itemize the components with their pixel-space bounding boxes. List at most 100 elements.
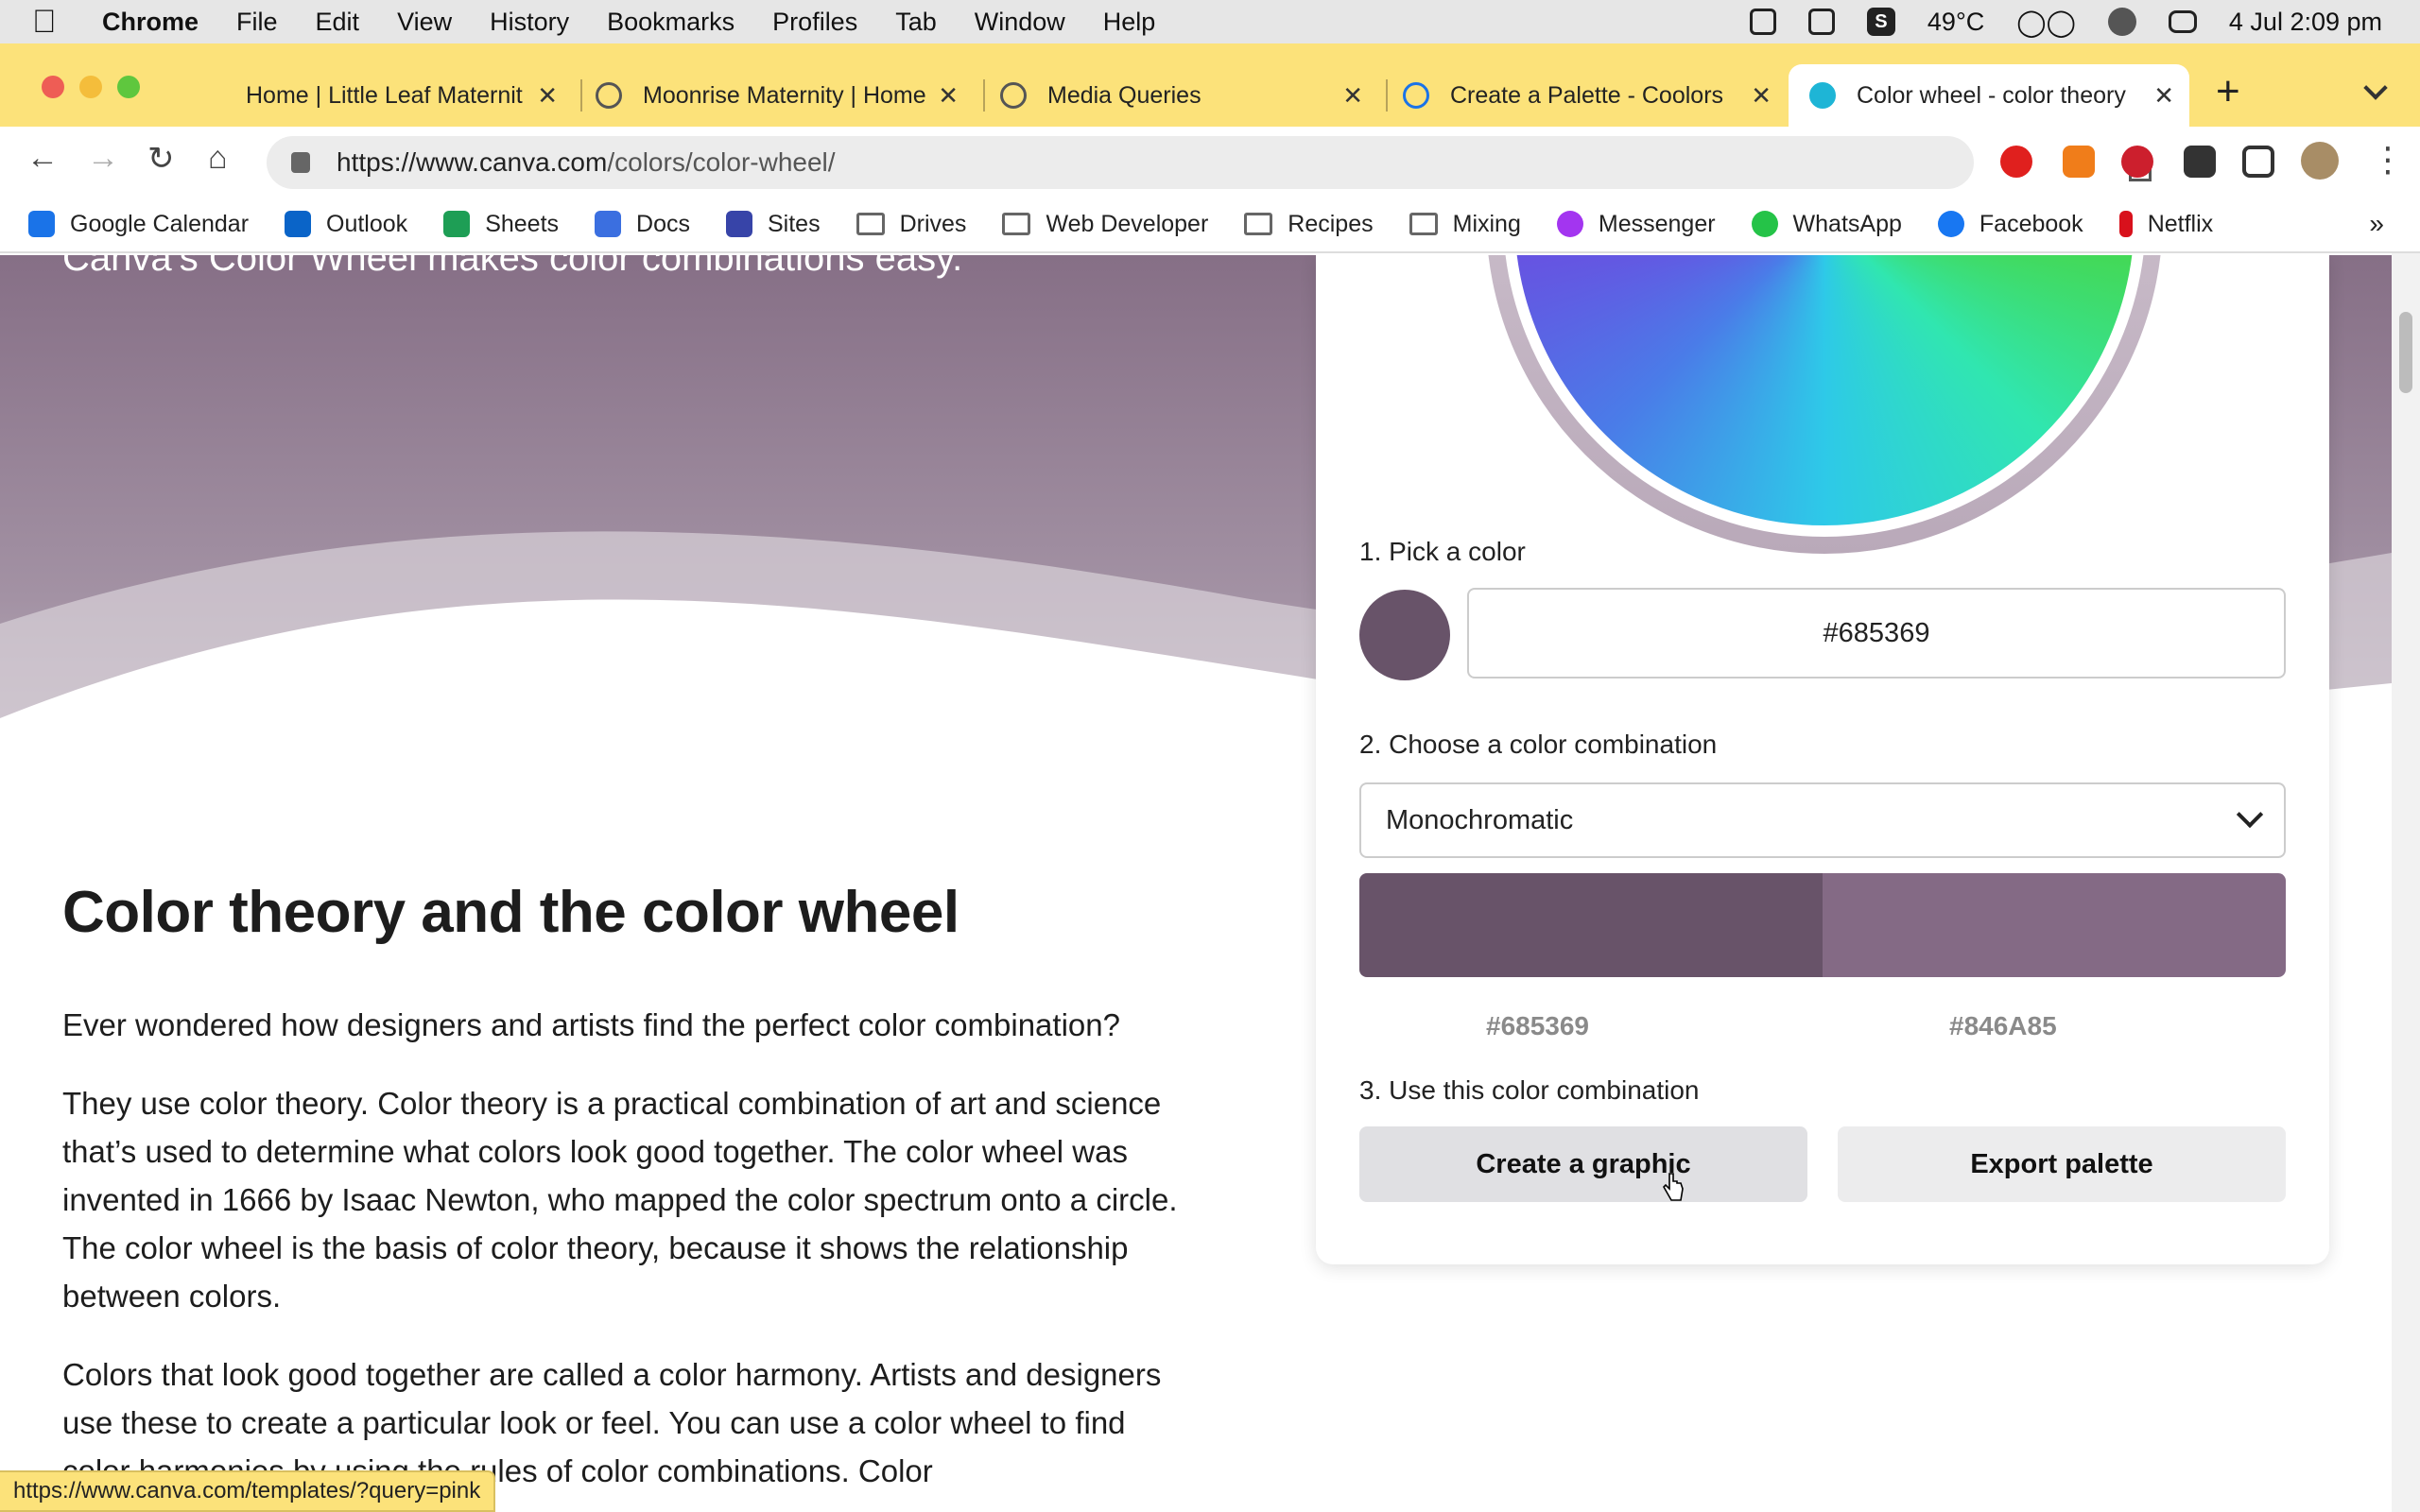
bookmark-label: Google Calendar bbox=[70, 210, 250, 237]
bookmark-messenger[interactable]: Messenger bbox=[1556, 211, 1716, 238]
clock[interactable]: 4 Jul 2:09 pm bbox=[2229, 8, 2382, 37]
combination-value: Monochromatic bbox=[1386, 804, 1574, 835]
bookmark-label: Outlook bbox=[326, 210, 408, 237]
clipboard-icon[interactable] bbox=[1807, 9, 1835, 35]
tab-title: Media Queries bbox=[1047, 81, 1201, 109]
palette-chip[interactable] bbox=[1359, 873, 1823, 977]
menu-help[interactable]: Help bbox=[1103, 8, 1156, 37]
bookmark-mixing[interactable]: Mixing bbox=[1409, 211, 1521, 238]
fire-extension-icon[interactable] bbox=[2063, 146, 2095, 178]
bookmark-label: Sites bbox=[768, 210, 821, 237]
bookmark-web-developer[interactable]: Web Developer bbox=[1002, 211, 1208, 238]
apple-icon[interactable]:  bbox=[32, 4, 89, 41]
tab-media-queries[interactable]: Media Queries ✕ bbox=[1000, 64, 1378, 127]
selected-color-swatch[interactable] bbox=[1359, 590, 1450, 680]
bookmark-google-calendar[interactable]: Google Calendar bbox=[28, 211, 249, 238]
bookmark-drives[interactable]: Drives bbox=[856, 211, 966, 238]
back-arrow-icon[interactable]: ← bbox=[26, 140, 59, 177]
kebab-menu-icon[interactable]: ⋮ bbox=[2371, 140, 2405, 180]
article-paragraph: Ever wondered how designers and artists … bbox=[62, 1007, 1120, 1042]
export-palette-button[interactable]: Export palette bbox=[1838, 1126, 2286, 1202]
minimize-window-button[interactable] bbox=[79, 76, 102, 98]
menu-app-name[interactable]: Chrome bbox=[102, 8, 199, 37]
tab-title: Color wheel - color theory bbox=[1857, 81, 2126, 109]
address-bar[interactable]: https://www.canva.com/colors/color-wheel… bbox=[267, 136, 2218, 189]
bookmark-label: Facebook bbox=[1979, 210, 2083, 237]
bookmark-recipes[interactable]: Recipes bbox=[1244, 210, 1374, 238]
url-text[interactable]: https://www.canva.com/colors/color-wheel… bbox=[337, 147, 836, 178]
palette-preview bbox=[1359, 873, 2286, 977]
profile-avatar[interactable] bbox=[2301, 142, 2339, 180]
tab-little-leaf[interactable]: Home | Little Leaf Maternit ✕ bbox=[223, 64, 573, 127]
tab-close-icon[interactable]: ✕ bbox=[938, 81, 959, 111]
forward-arrow-icon[interactable]: → bbox=[87, 140, 119, 177]
palette-hex-label: #685369 bbox=[1486, 1011, 1590, 1040]
color-wheel[interactable] bbox=[1503, 255, 2146, 537]
bookmark-label: Docs bbox=[636, 210, 690, 237]
tab-search-chevron-icon[interactable] bbox=[2363, 76, 2388, 100]
screen-record-icon[interactable] bbox=[1749, 9, 1776, 35]
menu-bookmarks[interactable]: Bookmarks bbox=[607, 8, 735, 37]
menu-profiles[interactable]: Profiles bbox=[772, 8, 857, 37]
bookmark-label: Web Developer bbox=[1046, 210, 1209, 237]
scrollbar-thumb[interactable] bbox=[2399, 312, 2412, 393]
siri-icon[interactable] bbox=[2107, 8, 2136, 36]
bookmark-netflix[interactable]: Netflix bbox=[2118, 211, 2213, 238]
page-scrollbar[interactable] bbox=[2392, 253, 2420, 1512]
tab-close-icon[interactable]: ✕ bbox=[1751, 81, 1772, 111]
combination-select[interactable]: Monochromatic bbox=[1359, 782, 2286, 858]
menu-view[interactable]: View bbox=[397, 8, 452, 37]
url-path: /colors/color-wheel/ bbox=[607, 147, 836, 177]
bookmark-whatsapp[interactable]: WhatsApp bbox=[1751, 211, 1902, 238]
coolors-icon bbox=[1403, 82, 1429, 109]
tab-coolors[interactable]: Create a Palette - Coolors ✕ bbox=[1403, 64, 1787, 127]
home-icon[interactable]: ⌂ bbox=[208, 140, 228, 177]
close-window-button[interactable] bbox=[42, 76, 64, 98]
extensions-puzzle-icon[interactable] bbox=[2184, 146, 2216, 178]
tab-title: Moonrise Maternity | Home bbox=[643, 81, 926, 109]
bookmark-docs[interactable]: Docs bbox=[595, 211, 690, 238]
palette-chip[interactable] bbox=[1823, 873, 2286, 977]
menu-file[interactable]: File bbox=[236, 8, 278, 37]
netflix-icon bbox=[2118, 211, 2133, 237]
create-graphic-button[interactable]: Create a graphic bbox=[1359, 1126, 1807, 1202]
new-tab-button[interactable]: + bbox=[2216, 68, 2240, 115]
s-app-icon[interactable]: S bbox=[1866, 8, 1895, 36]
article: Color theory and the color wheel Ever wo… bbox=[62, 879, 1197, 1512]
menu-window[interactable]: Window bbox=[975, 8, 1065, 37]
lock-icon[interactable] bbox=[291, 152, 310, 173]
bookmark-facebook[interactable]: Facebook bbox=[1937, 210, 2083, 238]
more-bookmarks-chevron-icon[interactable]: » bbox=[2369, 209, 2384, 239]
article-heading: Color theory and the color wheel bbox=[62, 880, 959, 945]
bookmark-label: Recipes bbox=[1288, 210, 1374, 237]
adblock-icon[interactable] bbox=[2121, 146, 2153, 178]
hand-cursor-icon bbox=[1663, 1173, 1684, 1201]
zoom-window-button[interactable] bbox=[117, 76, 140, 98]
tab-moonrise[interactable]: Moonrise Maternity | Home ✕ bbox=[596, 64, 974, 127]
bookmark-sites[interactable]: Sites bbox=[726, 211, 821, 238]
facebook-icon bbox=[1937, 211, 1964, 237]
docs-icon bbox=[595, 211, 622, 237]
bookmark-outlook[interactable]: Outlook bbox=[285, 211, 407, 238]
temperature-readout[interactable]: 49°C bbox=[1927, 8, 1984, 37]
glasses-icon[interactable]: ◯◯ bbox=[2016, 7, 2076, 38]
menu-history[interactable]: History bbox=[490, 8, 569, 37]
side-panel-icon[interactable] bbox=[2242, 146, 2274, 178]
hex-color-input[interactable]: #685369 bbox=[1467, 588, 2286, 679]
bookmark-label: Mixing bbox=[1452, 210, 1521, 237]
palette-hex-label: #846A85 bbox=[1949, 1011, 2057, 1040]
menu-edit[interactable]: Edit bbox=[316, 8, 360, 37]
bookmark-label: Sheets bbox=[485, 210, 560, 237]
bookmark-sheets[interactable]: Sheets bbox=[443, 211, 559, 238]
tab-close-icon[interactable]: ✕ bbox=[537, 81, 558, 111]
folder-icon bbox=[1409, 213, 1438, 235]
ublock-icon[interactable] bbox=[2000, 146, 2032, 178]
control-center-icon[interactable] bbox=[2168, 10, 2197, 33]
menu-tab[interactable]: Tab bbox=[895, 8, 937, 37]
sites-icon bbox=[726, 211, 752, 237]
tab-color-wheel[interactable]: Color wheel - color theory ✕ bbox=[1789, 64, 2189, 127]
tab-close-icon[interactable]: ✕ bbox=[2153, 81, 2174, 111]
reload-icon[interactable]: ↻ bbox=[147, 140, 175, 178]
color-wheel-tool: 1. Pick a color #685369 2. Choose a colo… bbox=[1316, 255, 2329, 1264]
tab-close-icon[interactable]: ✕ bbox=[1342, 81, 1363, 111]
